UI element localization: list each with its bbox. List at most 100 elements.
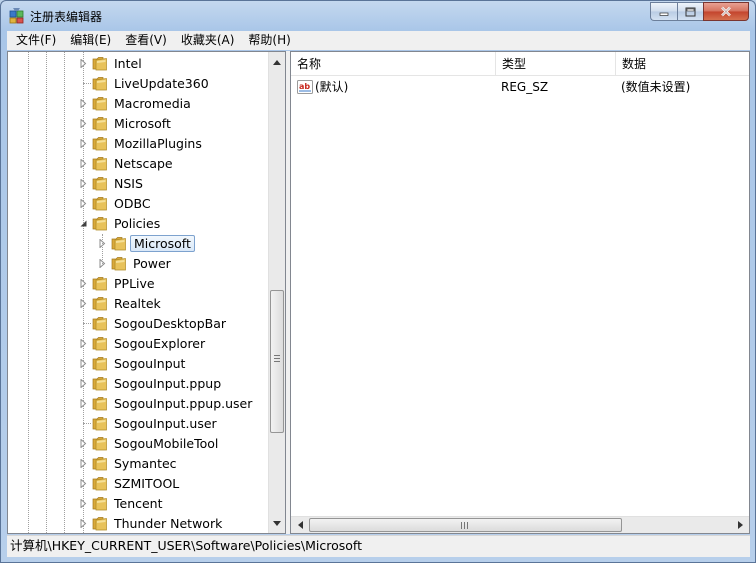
expand-arrow-icon[interactable] [79, 479, 88, 488]
tree-item[interactable]: Intel [8, 54, 270, 74]
tree-item[interactable]: Tencent [8, 494, 270, 514]
expand-arrow-icon[interactable] [79, 279, 88, 288]
folder-icon [92, 297, 107, 311]
tree-item-label: ODBC [114, 196, 151, 211]
minimize-button[interactable] [650, 2, 677, 21]
expand-arrow-icon[interactable] [79, 159, 88, 168]
column-name-header[interactable]: 名称 [291, 52, 496, 76]
tree-item[interactable]: SogouDesktopBar [8, 314, 270, 334]
tree-item[interactable]: LiveUpdate360 [8, 74, 270, 94]
key-tree[interactable]: Intel LiveUpdate360 Macromedia Microsoft Moz… [7, 51, 286, 534]
tree-item[interactable]: Policies [8, 214, 270, 234]
folder-icon [92, 117, 107, 131]
tree-item-label: Symantec [114, 456, 177, 471]
tree-scroll-thumb[interactable] [270, 290, 284, 433]
tree-item-label: MozillaPlugins [114, 136, 202, 151]
list-horizontal-scrollbar[interactable] [291, 516, 749, 533]
folder-icon [92, 517, 107, 531]
folder-icon [92, 417, 107, 431]
regedit-icon [9, 8, 24, 24]
tree-item[interactable]: SogouExplorer [8, 334, 270, 354]
tree-item[interactable]: Power [8, 254, 270, 274]
tree-connector [83, 423, 91, 424]
tree-item[interactable]: Realtek [8, 294, 270, 314]
tree-vertical-scrollbar[interactable] [268, 52, 285, 533]
tree-item[interactable]: ODBC [8, 194, 270, 214]
tree-item[interactable]: SogouInput.user [8, 414, 270, 434]
svg-text:ab: ab [299, 82, 310, 91]
folder-icon [92, 177, 107, 191]
menu-favorites[interactable]: 收藏夹(A) [174, 31, 242, 50]
column-data-header[interactable]: 数据 [616, 52, 749, 76]
folder-icon [92, 397, 107, 411]
folder-icon [92, 377, 107, 391]
tree-item[interactable]: MozillaPlugins [8, 134, 270, 154]
expand-arrow-icon[interactable] [79, 519, 88, 528]
tree-item-label: SogouExplorer [114, 336, 206, 351]
list-scroll-thumb[interactable] [309, 518, 622, 532]
tree-item-label: Microsoft [130, 235, 195, 252]
tree-item-label: Thunder Network [114, 516, 223, 531]
expand-arrow-icon[interactable] [79, 59, 88, 68]
tree-item[interactable]: SogouInput [8, 354, 270, 374]
tree-item[interactable]: PPLive [8, 274, 270, 294]
tree-item[interactable]: Microsoft [8, 234, 270, 254]
tree-item[interactable]: SogouInput.ppup.user [8, 394, 270, 414]
grip-icon [274, 355, 280, 362]
title-bar[interactable]: 注册表编辑器 [1, 1, 755, 31]
menu-file[interactable]: 文件(F) [9, 31, 63, 50]
expand-arrow-icon[interactable] [79, 299, 88, 308]
tree-item[interactable]: Thunder Network [8, 514, 270, 533]
tree-item[interactable]: Microsoft [8, 114, 270, 134]
expand-arrow-icon[interactable] [79, 499, 88, 508]
tree-item[interactable]: NSIS [8, 174, 270, 194]
tree-item[interactable]: Symantec [8, 454, 270, 474]
close-button[interactable] [703, 2, 749, 21]
value-type: REG_SZ [501, 80, 549, 94]
maximize-button[interactable] [677, 2, 703, 21]
menu-help[interactable]: 帮助(H) [241, 31, 297, 50]
tree-item[interactable]: Netscape [8, 154, 270, 174]
window-title: 注册表编辑器 [30, 10, 103, 24]
expand-arrow-icon[interactable] [79, 439, 88, 448]
tree-item[interactable]: Macromedia [8, 94, 270, 114]
expand-arrow-icon[interactable] [79, 379, 88, 388]
value-list[interactable]: 名称 类型 数据 ab (默认) REG_SZ (数值未设置) [290, 51, 750, 534]
expand-arrow-icon[interactable] [79, 119, 88, 128]
expand-arrow-icon[interactable] [79, 99, 88, 108]
expand-arrow-icon[interactable] [79, 179, 88, 188]
client-area: Intel LiveUpdate360 Macromedia Microsoft Moz… [7, 51, 750, 534]
menu-edit[interactable]: 编辑(E) [63, 31, 118, 50]
triangle-down-icon [273, 520, 281, 526]
menu-view[interactable]: 查看(V) [118, 31, 174, 50]
string-value-icon: ab [297, 80, 313, 94]
list-item[interactable]: ab (默认) REG_SZ (数值未设置) [291, 77, 749, 97]
expand-arrow-icon[interactable] [79, 199, 88, 208]
column-type-header[interactable]: 类型 [496, 52, 616, 76]
tree-item-label: SogouInput.user [114, 416, 217, 431]
scroll-up-button[interactable] [269, 54, 285, 70]
tree-item[interactable]: SZMITOOL [8, 474, 270, 494]
triangle-left-icon [297, 521, 303, 529]
collapse-arrow-icon[interactable] [79, 219, 88, 228]
folder-icon [92, 217, 107, 231]
tree-item-label: LiveUpdate360 [114, 76, 209, 91]
expand-arrow-icon[interactable] [79, 359, 88, 368]
caption-buttons [650, 2, 749, 21]
scroll-right-button[interactable] [732, 517, 748, 533]
folder-icon [92, 157, 107, 171]
folder-icon [92, 437, 107, 451]
expand-arrow-icon[interactable] [79, 399, 88, 408]
scroll-left-button[interactable] [292, 517, 308, 533]
folder-icon [92, 497, 107, 511]
tree-item[interactable]: SogouMobileTool [8, 434, 270, 454]
folder-icon [92, 337, 107, 351]
tree-item-label: SogouInput.ppup [114, 376, 222, 391]
scroll-down-button[interactable] [269, 515, 285, 531]
expand-arrow-icon[interactable] [79, 139, 88, 148]
tree-item[interactable]: SogouInput.ppup [8, 374, 270, 394]
tree-item-label: Tencent [114, 496, 163, 511]
expand-arrow-icon[interactable] [79, 339, 88, 348]
expand-arrow-icon[interactable] [79, 459, 88, 468]
tree-item-label: SZMITOOL [114, 476, 180, 491]
